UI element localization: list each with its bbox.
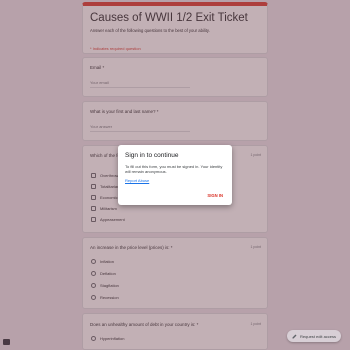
pencil-icon (292, 334, 297, 338)
request-edit-access-button[interactable]: Request edit access (287, 330, 341, 342)
report-icon[interactable] (3, 339, 10, 345)
sign-in-dialog: Sign in to continue To fill out this for… (118, 145, 232, 205)
report-abuse-link[interactable]: Report Abuse (125, 178, 149, 183)
dialog-title: Sign in to continue (125, 152, 179, 159)
sign-in-button[interactable]: SIGN IN (207, 193, 223, 198)
request-edit-access-label: Request edit access (300, 333, 337, 339)
dialog-text: To fill out this form, you must be signe… (125, 164, 223, 174)
